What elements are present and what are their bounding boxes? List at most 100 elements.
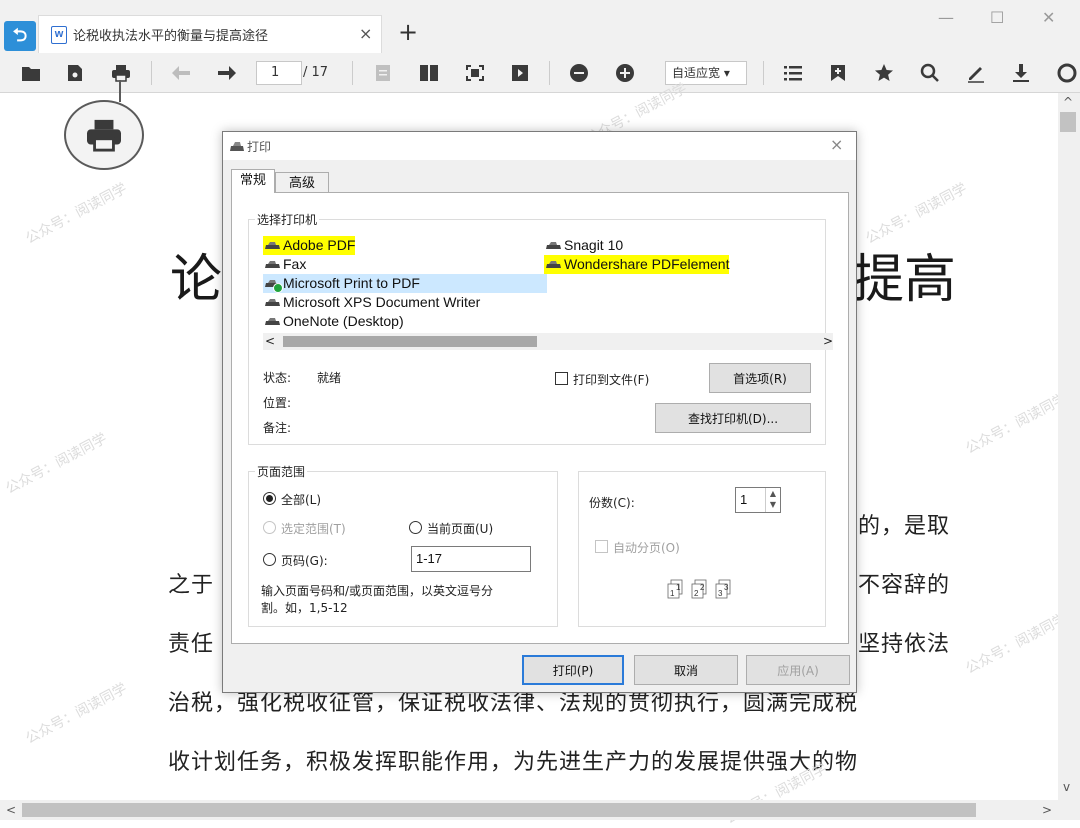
dialog-title-bar: 打印 × — [223, 132, 856, 160]
page-range-hint-2: 割。如，1,5-12 — [261, 601, 348, 615]
save-icon[interactable] — [62, 60, 88, 86]
printer-item-microsoft-print-to-pdf[interactable]: Microsoft Print to PDF — [263, 274, 547, 293]
doc-line-5: 收计划任务，积极发挥职能作用，为先进生产力的发展提供强大的物 — [168, 750, 859, 775]
printer-item-adobe-pdf[interactable]: Adobe PDF — [263, 236, 356, 255]
printer-name: Microsoft XPS Document Writer — [283, 294, 481, 310]
two-page-icon[interactable] — [416, 60, 442, 86]
collate-page-num: 2 — [700, 583, 705, 592]
printer-item-microsoft-xps[interactable]: Microsoft XPS Document Writer — [263, 293, 480, 312]
dialog-title: 打印 — [247, 140, 272, 154]
watermark: 公众号：阅读同学 — [963, 390, 1070, 458]
doc-line-1: 的，是取 — [858, 514, 951, 539]
all-pages-radio[interactable] — [263, 492, 276, 505]
page-range-label: 页面范围 — [255, 463, 308, 480]
vertical-scroll-thumb[interactable] — [1060, 112, 1076, 132]
dialog-body: 选择打印机 Adobe PDF Fax Microsoft Print to P… — [231, 192, 849, 644]
presentation-icon[interactable] — [507, 60, 533, 86]
scroll-left-arrow[interactable]: < — [6, 803, 16, 817]
maximize-button[interactable]: ☐ — [990, 8, 1004, 27]
scroll-up-arrow[interactable]: ^ — [1063, 95, 1073, 109]
collate-page-num: 1 — [676, 583, 681, 592]
horizontal-scroll-thumb[interactable] — [22, 803, 976, 817]
cancel-button[interactable]: 取消 — [634, 655, 738, 685]
add-bookmark-icon[interactable] — [825, 60, 851, 86]
find-printer-button[interactable]: 查找打印机(D)... — [655, 403, 811, 433]
open-folder-icon[interactable] — [18, 60, 44, 86]
fit-page-icon[interactable] — [462, 60, 488, 86]
printer-item-snagit[interactable]: Snagit 10 — [544, 236, 623, 255]
scroll-right-arrow[interactable]: > — [1042, 803, 1052, 817]
list-scroll-right-arrow[interactable]: > — [823, 334, 833, 348]
doc-line-3-left: 责任 — [168, 632, 215, 657]
printer-name: Fax — [283, 256, 307, 272]
toolbar: 1 / 17 自适应宽 ▾ — [0, 53, 1080, 93]
status-label: 状态: — [263, 371, 292, 385]
close-window-button[interactable]: ✕ — [1042, 8, 1055, 27]
collate-illustration: 1 1 2 2 3 3 — [667, 578, 747, 604]
app-logo-icon[interactable]: ⮌ — [4, 21, 36, 51]
scroll-down-arrow[interactable]: v — [1063, 780, 1070, 794]
page-range-hint: 输入页面号码和/或页面范围，以英文逗号分 — [261, 584, 494, 598]
printer-name: Wondershare PDFelement — [564, 256, 730, 272]
printer-name: Adobe PDF — [283, 237, 356, 253]
watermark: 公众号：阅读同学 — [23, 680, 130, 748]
print-to-file-label: 打印到文件(F) — [573, 373, 650, 387]
copies-spinner[interactable]: ▲ ▼ — [765, 488, 780, 512]
status-value: 就绪 — [317, 371, 342, 385]
list-scroll-left-arrow[interactable]: < — [265, 334, 275, 348]
new-tab-button[interactable]: + — [398, 18, 418, 46]
print-to-file-checkbox[interactable] — [555, 372, 568, 385]
collate-page-num: 1 — [670, 589, 675, 598]
tab-title: 论税收执法水平的衡量与提高途径 — [73, 29, 269, 44]
search-icon[interactable] — [917, 60, 943, 86]
doc-title-left: 论 — [170, 250, 223, 310]
watermark: 公众号：阅读同学 — [963, 610, 1070, 678]
doc-line-2-left: 之于 — [168, 573, 215, 598]
dialog-close-button[interactable]: × — [830, 135, 843, 154]
tab-document[interactable]: w 论税收执法水平的衡量与提高途径 × — [38, 15, 382, 53]
tab-close-button[interactable]: × — [359, 24, 372, 43]
doc-title-right: 提高 — [852, 250, 957, 310]
download-icon[interactable] — [1008, 60, 1034, 86]
print-button[interactable]: 打印(P) — [522, 655, 624, 685]
tab-general[interactable]: 常规 — [231, 169, 275, 193]
doc-line-2-right: 不容辞的 — [858, 573, 951, 598]
tab-advanced[interactable]: 高级 — [275, 172, 329, 194]
preferences-button[interactable]: 首选项(R) — [709, 363, 811, 393]
vertical-scrollbar[interactable] — [1058, 93, 1080, 800]
copies-label: 份数(C): — [589, 496, 635, 510]
zoom-in-icon[interactable] — [612, 60, 638, 86]
printer-list-scroll-thumb[interactable] — [283, 336, 537, 347]
page-range-group: 页面范围 全部(L) 选定范围(T) 当前页面(U) 页码(G): 1-17 输… — [248, 463, 558, 627]
previous-page-icon[interactable] — [168, 60, 194, 86]
zoom-out-icon[interactable] — [566, 60, 592, 86]
single-page-icon[interactable] — [370, 60, 396, 86]
print-dialog: 打印 × 常规 高级 选择打印机 Adobe PDF Fax Microsoft… — [222, 131, 857, 693]
collate-checkbox[interactable] — [595, 540, 608, 553]
comment-label: 备注: — [263, 421, 292, 435]
doc-line-3-right: 坚持依法 — [858, 632, 951, 657]
default-printer-check-icon — [273, 283, 283, 293]
favorite-star-icon[interactable] — [871, 60, 897, 86]
outline-list-icon[interactable] — [780, 60, 806, 86]
printer-name: OneNote (Desktop) — [283, 313, 404, 329]
printer-item-fax[interactable]: Fax — [263, 255, 306, 274]
pages-label: 页码(G): — [281, 554, 328, 568]
apply-button[interactable]: 应用(A) — [746, 655, 850, 685]
current-page-radio[interactable] — [409, 521, 422, 534]
pages-radio[interactable] — [263, 553, 276, 566]
printer-item-wondershare[interactable]: Wondershare PDFelement — [544, 255, 730, 274]
print-icon[interactable] — [108, 60, 134, 86]
pages-input[interactable]: 1-17 — [411, 546, 531, 572]
watermark: 公众号：阅读同学 — [23, 180, 130, 248]
next-page-icon[interactable] — [214, 60, 240, 86]
printer-item-onenote[interactable]: OneNote (Desktop) — [263, 312, 404, 331]
annotate-pen-icon[interactable] — [963, 60, 989, 86]
more-options-icon[interactable] — [1054, 60, 1080, 86]
page-number-input[interactable]: 1 — [256, 61, 302, 85]
word-doc-icon: w — [51, 26, 67, 44]
location-label: 位置: — [263, 396, 292, 410]
minimize-button[interactable]: — — [938, 8, 954, 27]
selection-radio[interactable] — [263, 521, 276, 534]
current-page-label: 当前页面(U) — [427, 522, 494, 536]
